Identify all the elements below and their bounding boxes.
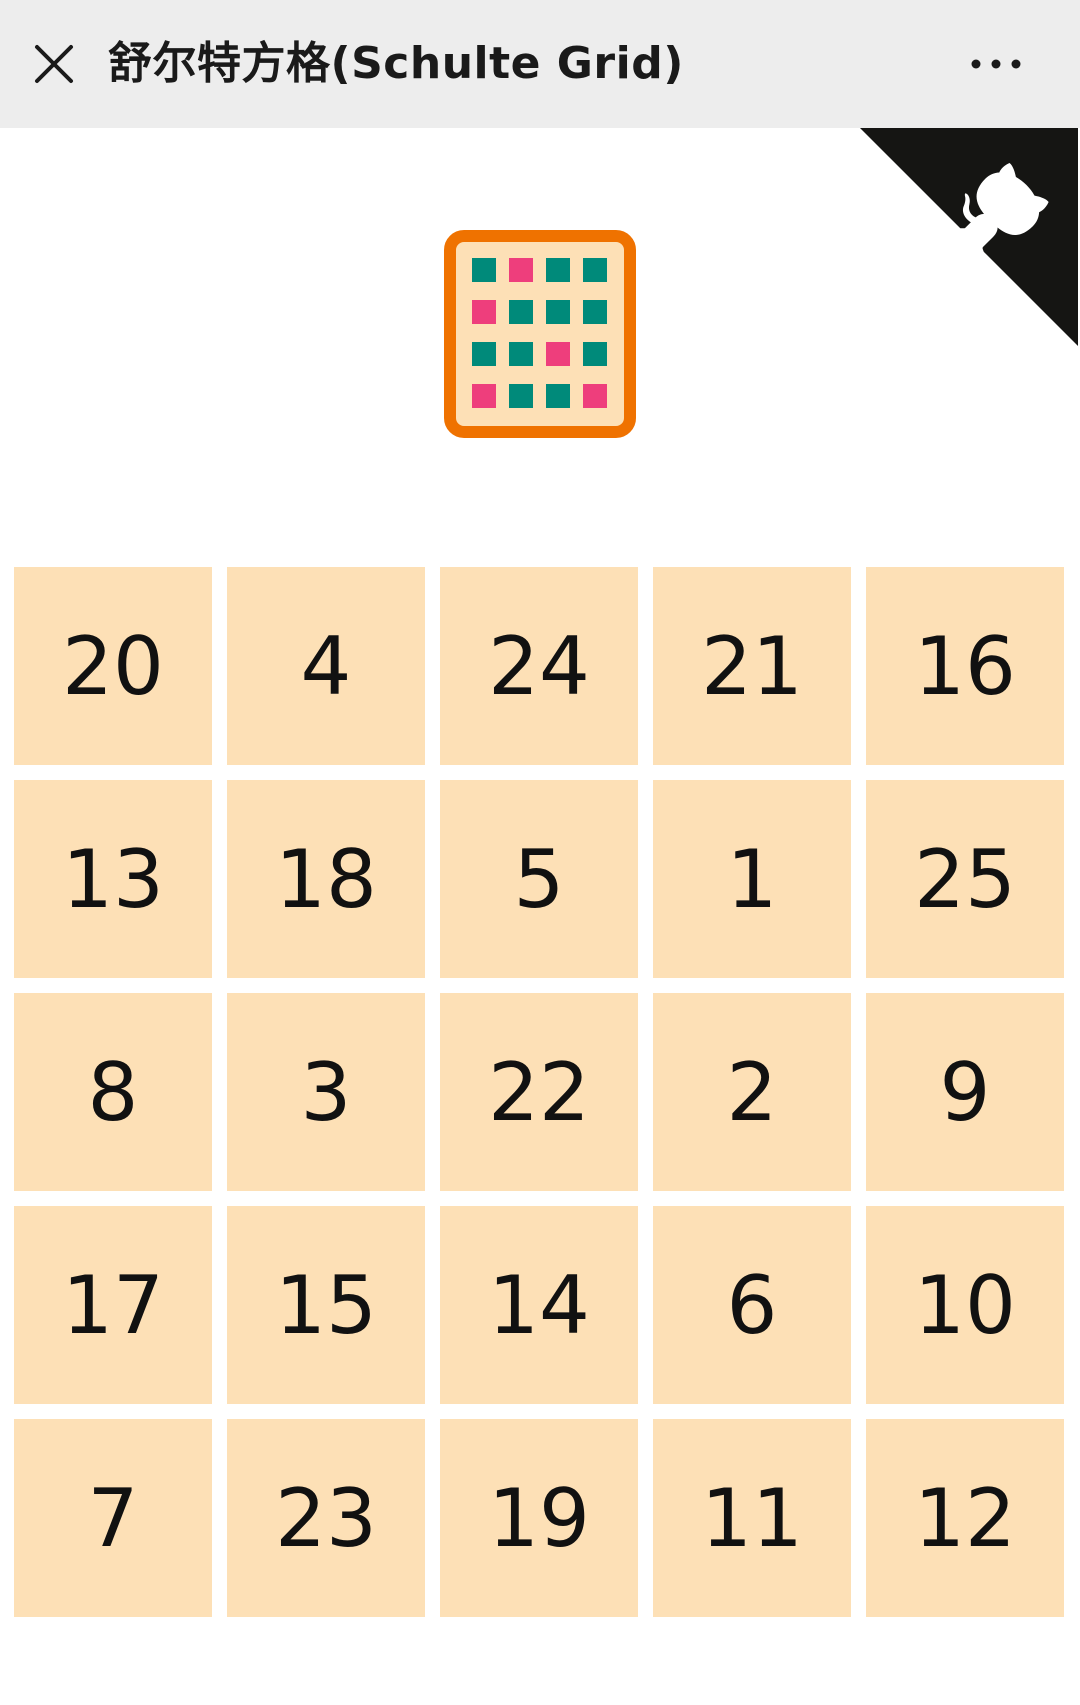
grid-cell[interactable]: 19: [440, 1419, 638, 1617]
grid-cell[interactable]: 24: [440, 567, 638, 765]
grid-cell[interactable]: 22: [440, 993, 638, 1191]
grid-cell[interactable]: 5: [440, 780, 638, 978]
grid-cell[interactable]: 6: [653, 1206, 851, 1404]
grid-cell[interactable]: 8: [14, 993, 212, 1191]
grid-cell[interactable]: 12: [866, 1419, 1064, 1617]
more-button[interactable]: [952, 36, 1040, 92]
grid-cell[interactable]: 20: [14, 567, 212, 765]
schulte-grid: 20 4 24 21 16 13 18 5 1 25 8 3 22 2 9 17 15 14 6 10 7 23 19 11 1…: [14, 567, 1066, 1617]
grid-cell[interactable]: 7: [14, 1419, 212, 1617]
grid-cell[interactable]: 25: [866, 780, 1064, 978]
close-button[interactable]: [22, 28, 86, 100]
grid-cell[interactable]: 14: [440, 1206, 638, 1404]
schulte-grid-logo-icon: [444, 230, 636, 438]
grid-cell[interactable]: 3: [227, 993, 425, 1191]
grid-cell[interactable]: 11: [653, 1419, 851, 1617]
grid-cell[interactable]: 2: [653, 993, 851, 1191]
close-icon: [35, 45, 73, 83]
grid-cell[interactable]: 9: [866, 993, 1064, 1191]
grid-cell[interactable]: 15: [227, 1206, 425, 1404]
schulte-grid-logo: [444, 230, 636, 438]
more-dots-icon: [971, 59, 1021, 69]
grid-cell[interactable]: 4: [227, 567, 425, 765]
page-title: 舒尔特方格(Schulte Grid): [108, 38, 684, 89]
grid-cell[interactable]: 17: [14, 1206, 212, 1404]
grid-cell[interactable]: 21: [653, 567, 851, 765]
grid-cell[interactable]: 18: [227, 780, 425, 978]
github-corner-link[interactable]: [858, 128, 1080, 346]
title-bar: 舒尔特方格(Schulte Grid): [0, 0, 1080, 128]
grid-cell[interactable]: 23: [227, 1419, 425, 1617]
grid-cell[interactable]: 1: [653, 780, 851, 978]
grid-cell[interactable]: 16: [866, 567, 1064, 765]
grid-cell[interactable]: 10: [866, 1206, 1064, 1404]
grid-cell[interactable]: 13: [14, 780, 212, 978]
github-octocat-icon: [860, 128, 1078, 346]
